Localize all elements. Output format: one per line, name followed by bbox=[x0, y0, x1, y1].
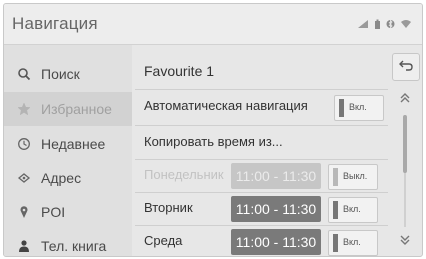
day-toggle[interactable]: Вкл. bbox=[328, 197, 378, 223]
sidebar-item-label: Недавнее bbox=[41, 136, 106, 152]
signal-icon bbox=[357, 19, 369, 29]
sidebar-item-label: Адрес bbox=[41, 170, 82, 186]
time-range-button[interactable]: 11:00 - 11:30 bbox=[231, 163, 321, 189]
scroll-column bbox=[388, 45, 422, 256]
day-row-wednesday[interactable]: Среда 11:00 - 11:30 Вкл. bbox=[135, 226, 388, 256]
double-chevron-down-icon bbox=[399, 233, 411, 252]
day-label: Понедельник bbox=[144, 167, 224, 182]
toggle-label: Вкл. bbox=[343, 204, 361, 214]
toggle-label: Вкл. bbox=[343, 237, 361, 247]
address-icon bbox=[16, 170, 32, 186]
sidebar-item-label: Поиск bbox=[41, 66, 80, 82]
day-toggle[interactable]: Вкл. bbox=[328, 230, 378, 256]
toggle-indicator bbox=[333, 168, 338, 186]
day-row-tuesday[interactable]: Вторник 11:00 - 11:30 Вкл. bbox=[135, 193, 388, 225]
star-icon bbox=[16, 101, 32, 117]
sidebar: Поиск Избранное Недавнее Адрес POI Тел. … bbox=[4, 45, 132, 256]
favourite-settings: Favourite 1 Автоматическая навигация Вкл… bbox=[135, 45, 388, 256]
person-icon bbox=[16, 238, 32, 254]
scroll-thumb[interactable] bbox=[403, 115, 407, 173]
page-title: Навигация bbox=[12, 14, 98, 33]
day-label: Вторник bbox=[144, 200, 193, 215]
auto-navigation-label: Автоматическая навигация bbox=[144, 98, 308, 113]
toggle-indicator bbox=[333, 201, 338, 219]
sidebar-item-search[interactable]: Поиск bbox=[4, 57, 132, 91]
sidebar-item-label: Избранное bbox=[41, 101, 112, 117]
sidebar-item-phonebook[interactable]: Тел. книга bbox=[4, 229, 132, 256]
back-arrow-icon bbox=[398, 58, 414, 77]
copy-time-row[interactable]: Копировать время из... bbox=[135, 127, 388, 159]
toggle-indicator bbox=[333, 234, 338, 252]
favourite-name-row[interactable]: Favourite 1 bbox=[135, 55, 388, 87]
scroll-down-button[interactable] bbox=[396, 233, 414, 251]
sidebar-item-label: POI bbox=[41, 204, 66, 220]
toggle-indicator bbox=[339, 99, 344, 117]
clock-icon bbox=[16, 136, 32, 152]
sidebar-item-favourites[interactable]: Избранное bbox=[4, 92, 132, 126]
status-icons bbox=[357, 18, 412, 30]
toggle-label: Выкл. bbox=[343, 171, 368, 181]
wifi-icon bbox=[400, 19, 412, 29]
time-range-button[interactable]: 11:00 - 11:30 bbox=[231, 196, 321, 222]
double-chevron-up-icon bbox=[399, 91, 411, 110]
toggle-label: Вкл. bbox=[349, 102, 367, 112]
sidebar-item-poi[interactable]: POI bbox=[4, 195, 132, 229]
day-label: Среда bbox=[144, 233, 183, 248]
sidebar-item-address[interactable]: Адрес bbox=[4, 161, 132, 195]
battery-icon bbox=[374, 19, 381, 30]
poi-pin-icon bbox=[16, 204, 32, 220]
auto-navigation-row[interactable]: Автоматическая навигация Вкл. bbox=[135, 91, 388, 123]
favourite-name: Favourite 1 bbox=[144, 63, 215, 79]
title-bar: Навигация bbox=[4, 4, 422, 45]
day-toggle[interactable]: Выкл. bbox=[328, 164, 378, 190]
navigation-screen: Навигация Поиск Избранное Недавнее Адрес… bbox=[3, 3, 423, 257]
copy-time-label: Копировать время из... bbox=[144, 134, 283, 149]
divider bbox=[135, 89, 388, 90]
sidebar-item-recent[interactable]: Недавнее bbox=[4, 127, 132, 161]
bluetooth-icon bbox=[386, 18, 395, 30]
divider bbox=[135, 125, 388, 126]
sidebar-item-label: Тел. книга bbox=[41, 238, 107, 254]
day-row-monday[interactable]: Понедельник 11:00 - 11:30 Выкл. bbox=[135, 160, 388, 192]
scroll-up-button[interactable] bbox=[396, 91, 414, 109]
back-button[interactable] bbox=[392, 53, 420, 81]
auto-navigation-toggle[interactable]: Вкл. bbox=[334, 95, 384, 121]
time-range-button[interactable]: 11:00 - 11:30 bbox=[231, 229, 321, 255]
search-icon bbox=[16, 66, 32, 82]
